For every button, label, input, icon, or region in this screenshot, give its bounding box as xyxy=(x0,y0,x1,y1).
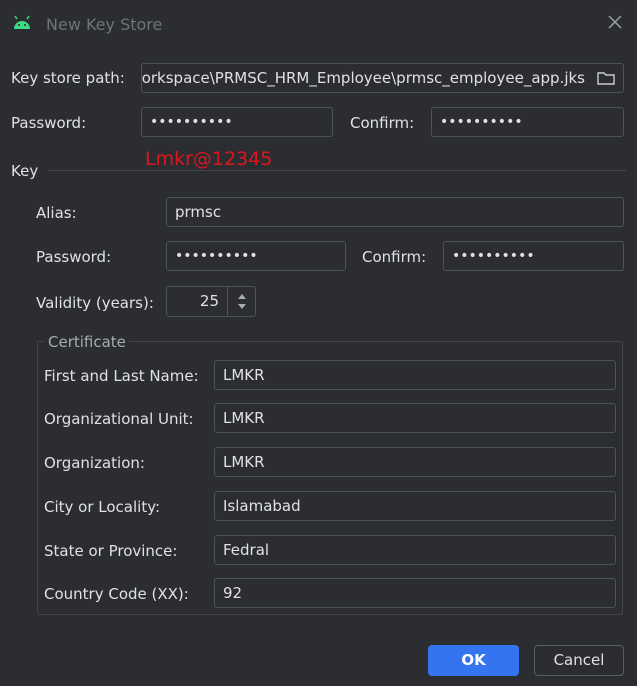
cert-city-label: City or Locality: xyxy=(44,498,161,516)
ok-button[interactable]: OK xyxy=(428,645,519,676)
cert-name-label: First and Last Name: xyxy=(44,367,199,385)
validity-label: Validity (years): xyxy=(36,294,154,312)
key-section-divider xyxy=(48,170,626,171)
certificate-section-label: Certificate xyxy=(45,333,129,351)
cert-org-input[interactable]: LMKR xyxy=(214,447,616,477)
close-icon[interactable] xyxy=(607,14,623,30)
validity-value: 25 xyxy=(199,292,219,310)
cert-country-label: Country Code (XX): xyxy=(44,585,189,603)
cert-state-input[interactable]: Fedral xyxy=(214,535,616,565)
cert-name-input[interactable]: LMKR xyxy=(214,360,616,390)
keystore-password-label: Password: xyxy=(11,114,87,132)
key-password-label: Password: xyxy=(36,248,112,266)
title-bar: New Key Store xyxy=(0,0,637,48)
spinner-arrows-icon[interactable] xyxy=(227,287,255,316)
keystore-confirm-label: Confirm: xyxy=(350,114,415,132)
validity-stepper[interactable]: 25 xyxy=(166,286,256,317)
key-password-input[interactable]: •••••••••• xyxy=(166,241,346,271)
cert-state-label: State or Province: xyxy=(44,542,178,560)
keystore-path-label: Key store path: xyxy=(11,69,125,87)
cert-city-input[interactable]: Islamabad xyxy=(214,491,616,521)
android-icon xyxy=(14,15,30,29)
cert-org-unit-input[interactable]: LMKR xyxy=(214,403,616,433)
key-confirm-label: Confirm: xyxy=(362,248,427,266)
keystore-confirm-input[interactable]: •••••••••• xyxy=(431,107,624,137)
dialog-title: New Key Store xyxy=(46,15,163,34)
folder-icon[interactable] xyxy=(597,70,615,86)
keystore-path-value: orkspace\PRMSC_HRM_Employee\prmsc_employ… xyxy=(141,69,585,87)
cancel-button[interactable]: Cancel xyxy=(534,645,624,676)
alias-label: Alias: xyxy=(36,204,77,222)
cert-org-unit-label: Organizational Unit: xyxy=(44,410,194,428)
keystore-path-input[interactable]: orkspace\PRMSC_HRM_Employee\prmsc_employ… xyxy=(141,63,624,93)
keystore-password-input[interactable]: •••••••••• xyxy=(141,107,333,137)
alias-input[interactable]: prmsc xyxy=(166,197,624,227)
cert-country-input[interactable]: 92 xyxy=(214,578,616,608)
overlay-password-note: Lmkr@12345 xyxy=(145,148,273,170)
cert-org-label: Organization: xyxy=(44,454,145,472)
key-section-label: Key xyxy=(11,162,39,180)
key-confirm-input[interactable]: •••••••••• xyxy=(443,241,624,271)
